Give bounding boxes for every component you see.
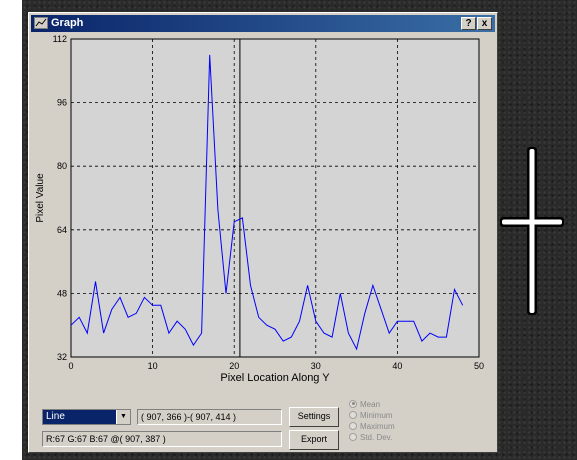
x-tick-label: 30 [311,361,321,371]
graph-app-icon [34,17,48,29]
x-tick-label: 0 [68,361,73,371]
radio-button-icon[interactable] [349,410,357,419]
mode-dropdown[interactable]: Line ▼ [42,409,131,425]
close-button[interactable]: x [477,17,492,30]
radio-label: Std. Dev. [360,433,393,442]
y-tick-label: 80 [57,161,67,171]
radio-maximum[interactable]: Maximum [349,421,395,432]
radio-button-icon[interactable] [349,399,357,408]
x-tick-label: 50 [474,361,484,371]
controls-panel: Line ▼ ( 907, 366 )-( 907, 414 ) R:67 G:… [31,393,495,451]
x-tick-label: 20 [229,361,239,371]
plot-area [70,38,480,358]
radio-mean[interactable]: Mean [349,399,380,410]
crosshair-cursor-icon [500,147,564,315]
radio-minimum[interactable]: Minimum [349,410,392,421]
y-tick-label: 64 [57,225,67,235]
help-button[interactable]: ? [461,17,476,30]
y-tick-label: 96 [57,98,67,108]
graph-window: Graph ? x 0 10 20 30 40 50 32 48 64 80 96 112 Pixel… [28,12,498,453]
line-chart: 0 10 20 30 40 50 32 48 64 80 96 112 Pixel Location … [35,34,484,384]
chevron-down-icon[interactable]: ▼ [116,410,130,424]
window-title: Graph [51,17,84,29]
title-bar[interactable]: Graph ? x [31,15,495,32]
plot-panel: 0 10 20 30 40 50 32 48 64 80 96 112 Pixel Location … [31,33,495,393]
y-tick-label: 48 [57,288,67,298]
radio-label: Minimum [360,411,393,420]
x-tick-label: 10 [148,361,158,371]
x-axis-label: Pixel Location Along Y [220,372,330,384]
radio-button-icon[interactable] [349,432,357,441]
y-tick-label: 112 [53,34,67,44]
radio-label: Mean [360,400,381,409]
radio-label: Maximum [360,422,395,431]
pixel-info-field: R:67 G:67 B:67 @( 907, 387 ) [42,431,282,447]
radio-std-dev[interactable]: Std. Dev. [349,432,392,443]
export-button[interactable]: Export [289,430,339,450]
settings-button[interactable]: Settings [289,407,339,427]
radio-button-icon[interactable] [349,421,357,430]
coords-field: ( 907, 366 )-( 907, 414 ) [137,409,282,425]
y-axis-label: Pixel Value [35,173,46,223]
left-strip [0,0,22,460]
y-tick-label: 32 [57,352,67,362]
x-tick-label: 40 [392,361,402,371]
mode-value: Line [46,411,65,422]
